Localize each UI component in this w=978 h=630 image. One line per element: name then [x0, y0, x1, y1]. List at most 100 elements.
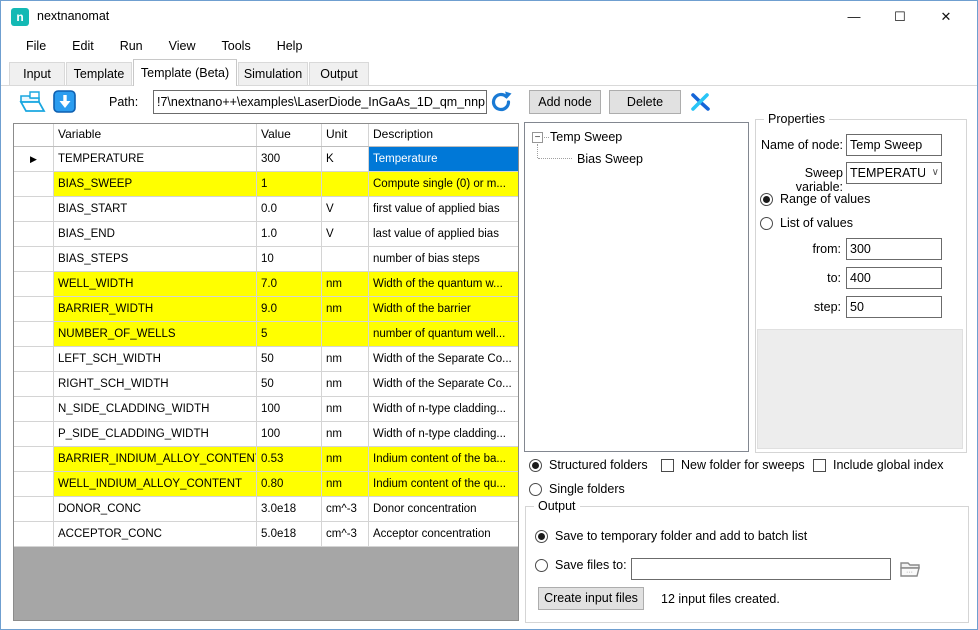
cell-description[interactable]: Width of n-type cladding... [369, 422, 518, 446]
header-unit[interactable]: Unit [322, 124, 369, 146]
cell-unit[interactable]: nm [322, 472, 369, 496]
cell-value[interactable]: 1.0 [257, 222, 322, 246]
cell-variable[interactable]: BIAS_STEPS [54, 247, 257, 271]
cell-value[interactable]: 1 [257, 172, 322, 196]
list-of-values-radio[interactable] [760, 217, 773, 230]
header-description[interactable]: Description [369, 124, 518, 146]
save-path-input[interactable] [631, 558, 891, 580]
cell-value[interactable]: 5 [257, 322, 322, 346]
cell-description[interactable]: Temperature [369, 147, 518, 171]
table-row[interactable]: BIAS_START0.0Vfirst value of applied bia… [14, 197, 518, 222]
row-selector[interactable] [14, 397, 54, 421]
cell-value[interactable]: 50 [257, 347, 322, 371]
save-temp-label[interactable]: Save to temporary folder and add to batc… [555, 529, 807, 543]
save-files-to-radio[interactable] [535, 559, 548, 572]
cell-variable[interactable]: BARRIER_WIDTH [54, 297, 257, 321]
to-input[interactable]: 400 [846, 267, 942, 289]
row-selector[interactable]: ▶ [14, 147, 54, 171]
step-input[interactable]: 50 [846, 296, 942, 318]
row-selector[interactable] [14, 347, 54, 371]
cell-unit[interactable] [322, 172, 369, 196]
cell-variable[interactable]: DONOR_CONC [54, 497, 257, 521]
cell-unit[interactable]: nm [322, 447, 369, 471]
menu-edit[interactable]: Edit [59, 33, 107, 59]
row-selector[interactable] [14, 372, 54, 396]
cell-value[interactable]: 3.0e18 [257, 497, 322, 521]
menu-view[interactable]: View [156, 33, 209, 59]
cell-unit[interactable]: V [322, 197, 369, 221]
cell-variable[interactable]: BIAS_START [54, 197, 257, 221]
table-row[interactable]: WELL_INDIUM_ALLOY_CONTENT0.80nmIndium co… [14, 472, 518, 497]
row-selector[interactable] [14, 522, 54, 546]
cell-variable[interactable]: ACCEPTOR_CONC [54, 522, 257, 546]
sweep-variable-select[interactable]: TEMPERATURE ∨ [846, 162, 942, 184]
table-row[interactable]: BIAS_STEPS10 number of bias steps [14, 247, 518, 272]
cell-value[interactable]: 10 [257, 247, 322, 271]
table-row[interactable]: RIGHT_SCH_WIDTH50nmWidth of the Separate… [14, 372, 518, 397]
save-temp-radio[interactable] [535, 530, 548, 543]
cell-value[interactable]: 9.0 [257, 297, 322, 321]
table-row[interactable]: NUMBER_OF_WELLS5number of quantum well..… [14, 322, 518, 347]
header-variable[interactable]: Variable [54, 124, 257, 146]
row-selector[interactable] [14, 322, 54, 346]
cell-description[interactable]: Width of the quantum w... [369, 272, 518, 296]
menu-run[interactable]: Run [107, 33, 156, 59]
row-selector[interactable] [14, 297, 54, 321]
table-row[interactable]: ▶TEMPERATURE300KTemperature [14, 147, 518, 172]
cell-unit[interactable]: nm [322, 272, 369, 296]
tab-template[interactable]: Template [66, 62, 132, 85]
tree-node-temp-sweep[interactable]: Temp Sweep [550, 130, 622, 144]
table-row[interactable]: DONOR_CONC3.0e18cm^-3Donor concentration [14, 497, 518, 522]
delete-node-button[interactable]: Delete [609, 90, 681, 114]
cell-variable[interactable]: TEMPERATURE [54, 147, 257, 171]
structured-folders-label[interactable]: Structured folders [549, 458, 648, 472]
row-selector[interactable] [14, 272, 54, 296]
cell-value[interactable]: 5.0e18 [257, 522, 322, 546]
cell-unit[interactable]: cm^-3 [322, 522, 369, 546]
cell-value[interactable]: 0.0 [257, 197, 322, 221]
cell-variable[interactable]: P_SIDE_CLADDING_WIDTH [54, 422, 257, 446]
path-input[interactable]: !7\nextnano++\examples\LaserDiode_InGaAs… [153, 90, 487, 114]
node-name-input[interactable]: Temp Sweep [846, 134, 942, 156]
cell-value[interactable]: 50 [257, 372, 322, 396]
cell-variable[interactable]: BIAS_END [54, 222, 257, 246]
range-of-values-radio[interactable] [760, 193, 773, 206]
row-selector[interactable] [14, 197, 54, 221]
cell-value[interactable]: 300 [257, 147, 322, 171]
table-row[interactable]: WELL_WIDTH7.0nmWidth of the quantum w... [14, 272, 518, 297]
cell-unit[interactable]: V [322, 222, 369, 246]
table-row[interactable]: BARRIER_INDIUM_ALLOY_CONTENT0.53nmIndium… [14, 447, 518, 472]
include-global-index-label[interactable]: Include global index [833, 458, 944, 472]
menu-help[interactable]: Help [264, 33, 316, 59]
table-row[interactable]: N_SIDE_CLADDING_WIDTH100nmWidth of n-typ… [14, 397, 518, 422]
refresh-icon[interactable] [489, 90, 513, 114]
cell-description[interactable]: number of bias steps [369, 247, 518, 271]
cell-unit[interactable]: nm [322, 347, 369, 371]
cell-description[interactable]: Donor concentration [369, 497, 518, 521]
create-input-files-button[interactable]: Create input files [538, 587, 644, 610]
browse-folder-icon[interactable]: ··· [898, 557, 922, 579]
row-selector[interactable] [14, 172, 54, 196]
single-folders-label[interactable]: Single folders [549, 482, 625, 496]
cell-variable[interactable]: BIAS_SWEEP [54, 172, 257, 196]
cell-value[interactable]: 0.53 [257, 447, 322, 471]
new-folder-for-sweeps-checkbox[interactable] [661, 459, 674, 472]
single-folders-radio[interactable] [529, 483, 542, 496]
cell-variable[interactable]: WELL_WIDTH [54, 272, 257, 296]
row-selector[interactable] [14, 422, 54, 446]
cell-unit[interactable]: nm [322, 397, 369, 421]
table-row[interactable]: P_SIDE_CLADDING_WIDTH100nmWidth of n-typ… [14, 422, 518, 447]
cell-variable[interactable]: BARRIER_INDIUM_ALLOY_CONTENT [54, 447, 257, 471]
include-global-index-checkbox[interactable] [813, 459, 826, 472]
row-selector[interactable] [14, 447, 54, 471]
clear-tree-icon[interactable] [689, 91, 711, 113]
list-of-values-label[interactable]: List of values [780, 216, 853, 230]
cell-variable[interactable]: RIGHT_SCH_WIDTH [54, 372, 257, 396]
cell-unit[interactable]: nm [322, 372, 369, 396]
cell-description[interactable]: Compute single (0) or m... [369, 172, 518, 196]
table-row[interactable]: ACCEPTOR_CONC5.0e18cm^-3Acceptor concent… [14, 522, 518, 547]
tree-expander-icon[interactable]: − [532, 132, 543, 143]
cell-value[interactable]: 7.0 [257, 272, 322, 296]
maximize-button[interactable]: ☐ [877, 1, 923, 33]
structured-folders-radio[interactable] [529, 459, 542, 472]
